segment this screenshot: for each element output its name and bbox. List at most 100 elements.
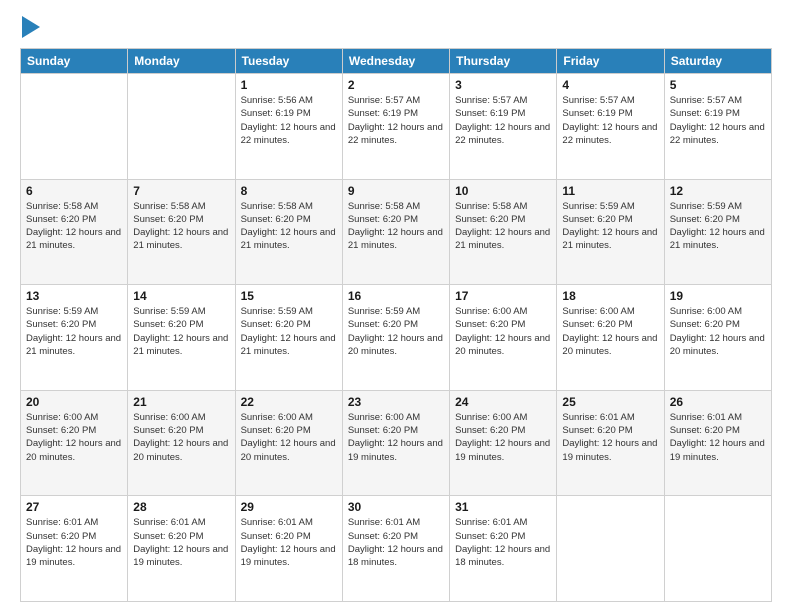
day-info: Sunrise: 6:01 AM Sunset: 6:20 PM Dayligh… xyxy=(133,516,229,569)
day-number: 19 xyxy=(670,289,766,303)
week-row-3: 13 Sunrise: 5:59 AM Sunset: 6:20 PM Dayli… xyxy=(21,285,772,391)
calendar-cell: 1Sunrise: 5:56 AM Sunset: 6:19 PM Daylig… xyxy=(235,74,342,180)
calendar-cell: 29 Sunrise: 6:01 AM Sunset: 6:20 PM Dayli… xyxy=(235,496,342,602)
calendar-cell: 26 Sunrise: 6:01 AM Sunset: 6:20 PM Dayli… xyxy=(664,390,771,496)
calendar-cell xyxy=(557,496,664,602)
weekday-saturday: Saturday xyxy=(664,49,771,74)
day-number: 14 xyxy=(133,289,229,303)
week-row-5: 27 Sunrise: 6:01 AM Sunset: 6:20 PM Dayli… xyxy=(21,496,772,602)
page: SundayMondayTuesdayWednesdayThursdayFrid… xyxy=(0,0,792,612)
day-number: 27 xyxy=(26,500,122,514)
calendar-cell: 16 Sunrise: 5:59 AM Sunset: 6:20 PM Dayli… xyxy=(342,285,449,391)
day-number: 4 xyxy=(562,78,658,92)
day-number: 6 xyxy=(26,184,122,198)
day-number: 31 xyxy=(455,500,551,514)
day-info: Sunrise: 5:57 AM Sunset: 6:19 PM Dayligh… xyxy=(562,94,658,147)
weekday-thursday: Thursday xyxy=(450,49,557,74)
calendar-cell: 5Sunrise: 5:57 AM Sunset: 6:19 PM Daylig… xyxy=(664,74,771,180)
calendar-cell: 4 Sunrise: 5:57 AM Sunset: 6:19 PM Daylig… xyxy=(557,74,664,180)
day-number: 12 xyxy=(670,184,766,198)
day-info: Sunrise: 6:00 AM Sunset: 6:20 PM Dayligh… xyxy=(562,305,658,358)
day-info: Sunrise: 5:58 AM Sunset: 6:20 PM Dayligh… xyxy=(133,200,229,253)
calendar-cell xyxy=(128,74,235,180)
day-info: Sunrise: 6:00 AM Sunset: 6:20 PM Dayligh… xyxy=(455,305,551,358)
calendar-cell: 25Sunrise: 6:01 AM Sunset: 6:20 PM Dayli… xyxy=(557,390,664,496)
weekday-header-row: SundayMondayTuesdayWednesdayThursdayFrid… xyxy=(21,49,772,74)
calendar-cell: 3 Sunrise: 5:57 AM Sunset: 6:19 PM Daylig… xyxy=(450,74,557,180)
calendar-cell: 9 Sunrise: 5:58 AM Sunset: 6:20 PM Daylig… xyxy=(342,179,449,285)
calendar-cell xyxy=(21,74,128,180)
calendar-cell: 24Sunrise: 6:00 AM Sunset: 6:20 PM Dayli… xyxy=(450,390,557,496)
day-number: 17 xyxy=(455,289,551,303)
calendar-cell: 7 Sunrise: 5:58 AM Sunset: 6:20 PM Daylig… xyxy=(128,179,235,285)
day-number: 1 xyxy=(241,78,337,92)
day-number: 29 xyxy=(241,500,337,514)
calendar-cell: 14 Sunrise: 5:59 AM Sunset: 6:20 PM Dayli… xyxy=(128,285,235,391)
day-info: Sunrise: 6:00 AM Sunset: 6:20 PM Dayligh… xyxy=(26,411,122,464)
day-info: Sunrise: 5:59 AM Sunset: 6:20 PM Dayligh… xyxy=(562,200,658,253)
calendar-cell: 28Sunrise: 6:01 AM Sunset: 6:20 PM Dayli… xyxy=(128,496,235,602)
day-number: 18 xyxy=(562,289,658,303)
day-info: Sunrise: 6:01 AM Sunset: 6:20 PM Dayligh… xyxy=(455,516,551,569)
calendar-cell: 8 Sunrise: 5:58 AM Sunset: 6:20 PM Daylig… xyxy=(235,179,342,285)
day-number: 26 xyxy=(670,395,766,409)
calendar-cell: 21 Sunrise: 6:00 AM Sunset: 6:20 PM Dayli… xyxy=(128,390,235,496)
day-info: Sunrise: 6:00 AM Sunset: 6:20 PM Dayligh… xyxy=(670,305,766,358)
day-info: Sunrise: 6:00 AM Sunset: 6:20 PM Dayligh… xyxy=(241,411,337,464)
day-number: 9 xyxy=(348,184,444,198)
day-number: 15 xyxy=(241,289,337,303)
calendar-cell: 18 Sunrise: 6:00 AM Sunset: 6:20 PM Dayli… xyxy=(557,285,664,391)
calendar-cell xyxy=(664,496,771,602)
day-info: Sunrise: 5:58 AM Sunset: 6:20 PM Dayligh… xyxy=(455,200,551,253)
day-number: 5 xyxy=(670,78,766,92)
day-number: 24 xyxy=(455,395,551,409)
day-info: Sunrise: 6:01 AM Sunset: 6:20 PM Dayligh… xyxy=(241,516,337,569)
day-info: Sunrise: 5:58 AM Sunset: 6:20 PM Dayligh… xyxy=(26,200,122,253)
day-number: 8 xyxy=(241,184,337,198)
weekday-wednesday: Wednesday xyxy=(342,49,449,74)
week-row-4: 20Sunrise: 6:00 AM Sunset: 6:20 PM Dayli… xyxy=(21,390,772,496)
week-row-1: 1Sunrise: 5:56 AM Sunset: 6:19 PM Daylig… xyxy=(21,74,772,180)
calendar-cell: 20Sunrise: 6:00 AM Sunset: 6:20 PM Dayli… xyxy=(21,390,128,496)
logo-icon xyxy=(22,16,40,38)
weekday-monday: Monday xyxy=(128,49,235,74)
day-info: Sunrise: 5:59 AM Sunset: 6:20 PM Dayligh… xyxy=(26,305,122,358)
day-info: Sunrise: 6:00 AM Sunset: 6:20 PM Dayligh… xyxy=(133,411,229,464)
day-number: 11 xyxy=(562,184,658,198)
logo xyxy=(20,16,40,38)
day-number: 13 xyxy=(26,289,122,303)
day-number: 21 xyxy=(133,395,229,409)
day-number: 2 xyxy=(348,78,444,92)
day-number: 3 xyxy=(455,78,551,92)
week-row-2: 6 Sunrise: 5:58 AM Sunset: 6:20 PM Daylig… xyxy=(21,179,772,285)
day-number: 7 xyxy=(133,184,229,198)
day-number: 30 xyxy=(348,500,444,514)
header xyxy=(20,16,772,38)
calendar-cell: 11 Sunrise: 5:59 AM Sunset: 6:20 PM Dayli… xyxy=(557,179,664,285)
day-info: Sunrise: 5:58 AM Sunset: 6:20 PM Dayligh… xyxy=(241,200,337,253)
calendar-cell: 22Sunrise: 6:00 AM Sunset: 6:20 PM Dayli… xyxy=(235,390,342,496)
day-number: 25 xyxy=(562,395,658,409)
calendar-cell: 12 Sunrise: 5:59 AM Sunset: 6:20 PM Dayli… xyxy=(664,179,771,285)
day-info: Sunrise: 5:59 AM Sunset: 6:20 PM Dayligh… xyxy=(670,200,766,253)
day-info: Sunrise: 5:59 AM Sunset: 6:20 PM Dayligh… xyxy=(348,305,444,358)
calendar-cell: 10 Sunrise: 5:58 AM Sunset: 6:20 PM Dayli… xyxy=(450,179,557,285)
weekday-friday: Friday xyxy=(557,49,664,74)
weekday-tuesday: Tuesday xyxy=(235,49,342,74)
day-info: Sunrise: 6:01 AM Sunset: 6:20 PM Dayligh… xyxy=(670,411,766,464)
calendar-cell: 6 Sunrise: 5:58 AM Sunset: 6:20 PM Daylig… xyxy=(21,179,128,285)
calendar-cell: 27 Sunrise: 6:01 AM Sunset: 6:20 PM Dayli… xyxy=(21,496,128,602)
calendar-cell: 31 Sunrise: 6:01 AM Sunset: 6:20 PM Dayli… xyxy=(450,496,557,602)
day-info: Sunrise: 5:59 AM Sunset: 6:20 PM Dayligh… xyxy=(133,305,229,358)
weekday-sunday: Sunday xyxy=(21,49,128,74)
day-info: Sunrise: 6:01 AM Sunset: 6:20 PM Dayligh… xyxy=(348,516,444,569)
day-number: 16 xyxy=(348,289,444,303)
day-number: 23 xyxy=(348,395,444,409)
day-info: Sunrise: 5:57 AM Sunset: 6:19 PM Dayligh… xyxy=(455,94,551,147)
day-info: Sunrise: 5:58 AM Sunset: 6:20 PM Dayligh… xyxy=(348,200,444,253)
day-info: Sunrise: 6:00 AM Sunset: 6:20 PM Dayligh… xyxy=(348,411,444,464)
day-number: 10 xyxy=(455,184,551,198)
day-info: Sunrise: 6:01 AM Sunset: 6:20 PM Dayligh… xyxy=(26,516,122,569)
calendar-cell: 13 Sunrise: 5:59 AM Sunset: 6:20 PM Dayli… xyxy=(21,285,128,391)
day-info: Sunrise: 5:59 AM Sunset: 6:20 PM Dayligh… xyxy=(241,305,337,358)
